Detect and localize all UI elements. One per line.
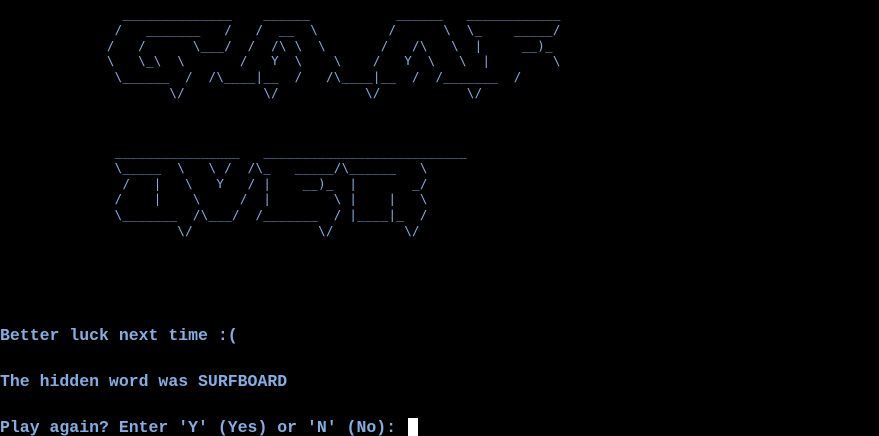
over-ascii-art: ________________ _______________________…: [114, 144, 467, 238]
terminal-window: ______________ ______ ______ ___________…: [0, 0, 879, 436]
play-again-line[interactable]: Play again? Enter 'Y' (Yes) or 'N' (No):: [0, 418, 418, 436]
game-ascii-art: ______________ ______ ______ ___________…: [106, 6, 561, 100]
text-cursor[interactable]: [407, 418, 418, 436]
hidden-word-message: The hidden word was SURFBOARD: [0, 372, 288, 391]
lose-message: Better luck next time :(: [0, 326, 238, 345]
play-again-prompt: Play again? Enter 'Y' (Yes) or 'N' (No):: [0, 418, 406, 436]
